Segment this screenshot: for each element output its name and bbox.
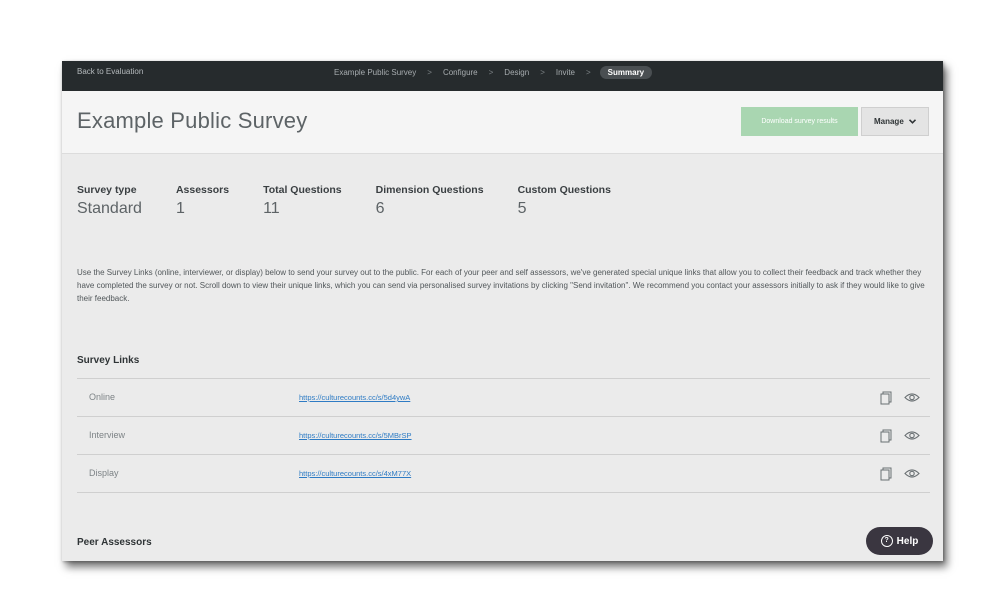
survey-link-row-interview: Interview https://culturecounts.cc/s/5MB…: [77, 417, 930, 455]
survey-description: Use the Survey Links (online, interviewe…: [77, 268, 925, 303]
survey-links-table: Online https://culturecounts.cc/s/5d4ywA…: [77, 378, 930, 493]
link-type-label: Interview: [89, 430, 126, 440]
stat-label: Assessors: [175, 184, 230, 196]
stat-label: Custom Questions: [517, 184, 611, 196]
app-window: Back to Evaluation Example Public Survey…: [62, 61, 943, 561]
page-title: Example Public Survey: [77, 108, 308, 133]
page-header: Example Public Survey Download survey re…: [62, 91, 943, 154]
breadcrumb-design[interactable]: Design: [502, 68, 531, 77]
peer-assessors-title: Peer Assessors: [77, 537, 152, 548]
breadcrumb-configure[interactable]: Configure: [441, 68, 480, 77]
manage-button[interactable]: Manage: [861, 107, 929, 136]
breadcrumb: Example Public Survey > Configure > Desi…: [332, 64, 653, 80]
eye-icon[interactable]: [904, 430, 920, 441]
stat-label: Dimension Questions: [375, 184, 484, 196]
survey-link-url[interactable]: https://culturecounts.cc/s/4xM77X: [299, 455, 411, 492]
stat-label: Survey type: [77, 184, 137, 196]
copy-icon[interactable]: [880, 391, 892, 405]
stat-value: 6: [375, 200, 385, 217]
copy-icon[interactable]: [880, 429, 892, 443]
stat-value: 11: [263, 200, 280, 217]
survey-links-title: Survey Links: [77, 355, 140, 366]
stat-total-questions: Total Questions 11: [263, 184, 342, 218]
chevron-down-icon: [908, 119, 917, 125]
breadcrumb-separator: >: [540, 67, 545, 77]
download-survey-results-button[interactable]: Download survey results: [741, 107, 858, 136]
survey-link-row-online: Online https://culturecounts.cc/s/5d4ywA: [77, 379, 930, 417]
help-label: Help: [896, 535, 919, 547]
breadcrumb-separator: >: [488, 67, 494, 77]
stat-dimension-questions: Dimension Questions 6: [376, 184, 484, 218]
stat-label: Total Questions: [263, 184, 342, 196]
manage-label: Manage: [873, 117, 904, 126]
eye-icon[interactable]: [904, 392, 920, 403]
stat-value: 1: [175, 200, 185, 217]
back-to-evaluation-link[interactable]: Back to Evaluation: [77, 61, 143, 83]
breadcrumb-invite[interactable]: Invite: [554, 68, 577, 77]
question-circle-icon: ?: [880, 535, 893, 547]
breadcrumb-separator: >: [427, 67, 432, 77]
stat-custom-questions: Custom Questions 5: [518, 184, 611, 218]
breadcrumb-separator: >: [586, 67, 591, 77]
stat-value: 5: [517, 200, 527, 217]
survey-link-url[interactable]: https://culturecounts.cc/s/5d4ywA: [299, 379, 410, 416]
breadcrumb-summary[interactable]: Summary: [599, 65, 653, 79]
link-type-label: Online: [89, 392, 116, 402]
top-navigation: Back to Evaluation Example Public Survey…: [62, 61, 943, 91]
eye-icon[interactable]: [904, 468, 920, 479]
link-type-label: Display: [89, 468, 119, 478]
survey-link-url[interactable]: https://culturecounts.cc/s/5MBrSP: [299, 417, 412, 454]
stat-assessors: Assessors 1: [176, 184, 229, 218]
stat-value: Standard: [77, 200, 142, 217]
survey-link-row-display: Display https://culturecounts.cc/s/4xM77…: [77, 455, 930, 493]
survey-stats: Survey type Standard Assessors 1 Total Q…: [77, 184, 645, 218]
breadcrumb-survey[interactable]: Example Public Survey: [332, 68, 418, 77]
copy-icon[interactable]: [880, 467, 892, 481]
help-button[interactable]: ? Help: [866, 527, 933, 555]
stat-survey-type: Survey type Standard: [77, 184, 142, 218]
